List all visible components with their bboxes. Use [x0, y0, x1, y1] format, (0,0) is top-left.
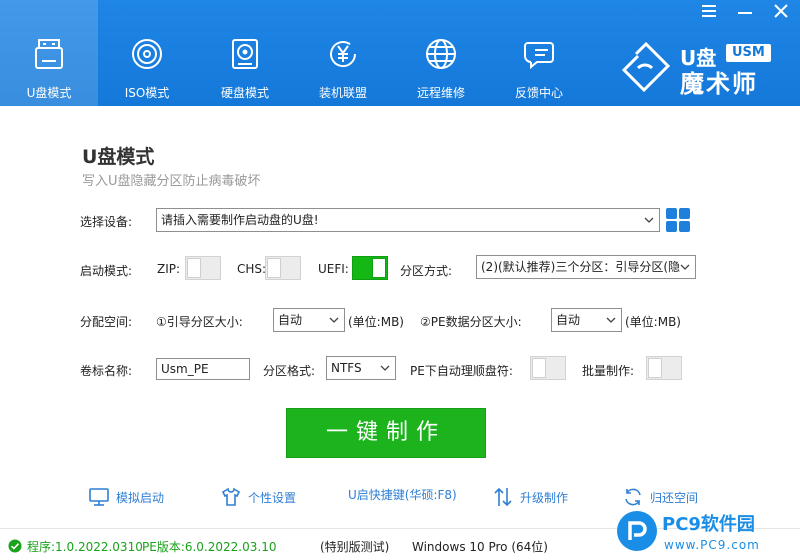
toggle-knob	[532, 358, 546, 378]
personal-settings-button[interactable]: 个性设置	[220, 486, 296, 508]
nav-label: 硬盘模式	[220, 86, 269, 100]
boot-size-label: ①引导分区大小:	[156, 315, 243, 329]
chevron-down-icon	[379, 357, 391, 379]
nav-iso-mode[interactable]: ISO模式	[98, 0, 196, 106]
program-version: 程序:1.0.2022.0310	[27, 540, 143, 554]
tool-label: 个性设置	[248, 490, 297, 505]
nav-label: 反馈中心	[514, 86, 563, 100]
format-select[interactable]: NTFS	[326, 356, 396, 380]
tshirt-icon	[221, 487, 241, 506]
refresh-icon	[625, 488, 641, 506]
page-subtitle: 写入U盘隐藏分区防止病毒破坏	[82, 174, 261, 189]
tool-label: 升级制作	[520, 490, 569, 505]
check-circle-icon	[8, 539, 22, 553]
brand-line2: 魔术师	[680, 70, 758, 98]
pc9-logo-icon	[617, 511, 657, 551]
uefi-toggle[interactable]	[352, 256, 388, 280]
alloc-label: 分配空间:	[80, 315, 133, 329]
device-label: 选择设备:	[80, 215, 133, 229]
usb-drive-icon	[31, 36, 67, 72]
chevron-down-icon	[643, 209, 655, 231]
zip-toggle[interactable]	[185, 256, 221, 280]
upgrade-make-button[interactable]: 升级制作	[492, 486, 568, 508]
nav-label: ISO模式	[124, 86, 170, 100]
tool-label: U启快捷键(华硕:F8)	[348, 488, 457, 502]
boot-hotkey-link[interactable]: U启快捷键(华硕:F8)	[348, 486, 457, 503]
volume-name-input[interactable]: Usm_PE	[156, 358, 250, 380]
simulate-boot-button[interactable]: 模拟启动	[88, 486, 164, 508]
hard-disk-icon	[227, 36, 263, 72]
brand-mark-icon	[622, 41, 671, 92]
boot-size-value: 自动	[278, 313, 303, 327]
chevron-down-icon	[328, 309, 340, 331]
toggle-knob	[187, 258, 201, 278]
boot-size-select[interactable]: 自动	[273, 308, 345, 332]
nav-install-alliance[interactable]: 装机联盟	[294, 0, 392, 106]
os-text: Windows 10 Pro (64位)	[412, 540, 548, 554]
boot-unit: (单位:MB)	[348, 315, 404, 329]
header-bar: U盘模式 ISO模式 硬盘模式 装机联盟 远程维修 反馈中心 U盘 USM 魔术…	[0, 0, 800, 106]
format-value: NTFS	[331, 361, 362, 375]
page-title: U盘模式	[82, 146, 155, 168]
zip-label: ZIP:	[157, 262, 181, 276]
auto-drive-label: PE下自动理顺盘符:	[410, 364, 513, 378]
volume-label: 卷标名称:	[80, 364, 133, 378]
nav-feedback[interactable]: 反馈中心	[490, 0, 588, 106]
chat-icon	[521, 36, 557, 72]
pe-unit: (单位:MB)	[625, 315, 681, 329]
partition-label: 分区方式:	[400, 264, 453, 278]
restore-space-button[interactable]: 归还空间	[622, 486, 698, 508]
nav-label: 远程维修	[416, 86, 465, 100]
minimize-icon[interactable]	[734, 4, 756, 22]
nav-usb-mode[interactable]: U盘模式	[0, 0, 98, 106]
tool-label: 模拟启动	[116, 490, 165, 505]
chevron-down-icon	[679, 256, 691, 278]
yen-coin-icon	[325, 36, 361, 72]
nav-label: 装机联盟	[318, 86, 367, 100]
grid-menu-icon[interactable]	[665, 207, 691, 233]
brand-badge: USM	[726, 44, 771, 62]
watermark-name: PC9软件园	[662, 514, 755, 535]
batch-label: 批量制作:	[582, 364, 635, 378]
partition-select-value: (2)(默认推荐)三个分区：引导分区(隐	[481, 260, 681, 274]
close-icon[interactable]	[770, 4, 792, 22]
chevron-down-icon	[605, 309, 617, 331]
chs-toggle[interactable]	[265, 256, 301, 280]
partition-select[interactable]: (2)(默认推荐)三个分区：引导分区(隐	[476, 255, 696, 279]
toggle-knob	[267, 258, 281, 278]
pe-size-value: 自动	[556, 313, 581, 327]
menu-icon[interactable]	[698, 4, 720, 22]
device-select-value: 请插入需要制作启动盘的U盘!	[161, 213, 319, 227]
pe-version: PE版本:6.0.2022.03.10	[142, 540, 277, 554]
batch-toggle[interactable]	[646, 356, 682, 380]
tool-label: 归还空间	[650, 490, 699, 505]
one-click-make-button[interactable]: 一键制作	[286, 408, 486, 458]
watermark-url: www.PC9.com	[664, 538, 760, 552]
uefi-label: UEFI:	[318, 262, 349, 276]
edition-text: (特别版测试)	[320, 540, 390, 554]
window-controls	[698, 4, 792, 22]
globe-icon	[423, 36, 459, 72]
updown-arrows-icon	[494, 487, 512, 507]
main-nav: U盘模式 ISO模式 硬盘模式 装机联盟 远程维修 反馈中心	[0, 0, 588, 106]
watermark: PC9软件园 www.PC9.com	[616, 508, 800, 560]
nav-label: U盘模式	[26, 86, 72, 100]
toggle-knob	[372, 258, 386, 278]
device-select[interactable]: 请插入需要制作启动盘的U盘!	[156, 208, 660, 232]
chs-label: CHS:	[237, 262, 267, 276]
brand-logo: U盘 USM 魔术师	[622, 40, 788, 98]
monitor-icon	[89, 488, 109, 506]
format-label: 分区格式:	[263, 364, 316, 378]
auto-drive-toggle[interactable]	[530, 356, 566, 380]
nav-remote-repair[interactable]: 远程维修	[392, 0, 490, 106]
disc-icon	[129, 36, 165, 72]
nav-hdd-mode[interactable]: 硬盘模式	[196, 0, 294, 106]
boot-mode-label: 启动模式:	[80, 264, 133, 278]
pe-size-select[interactable]: 自动	[551, 308, 622, 332]
toggle-knob	[648, 358, 662, 378]
pe-size-label: ②PE数据分区大小:	[420, 315, 522, 329]
